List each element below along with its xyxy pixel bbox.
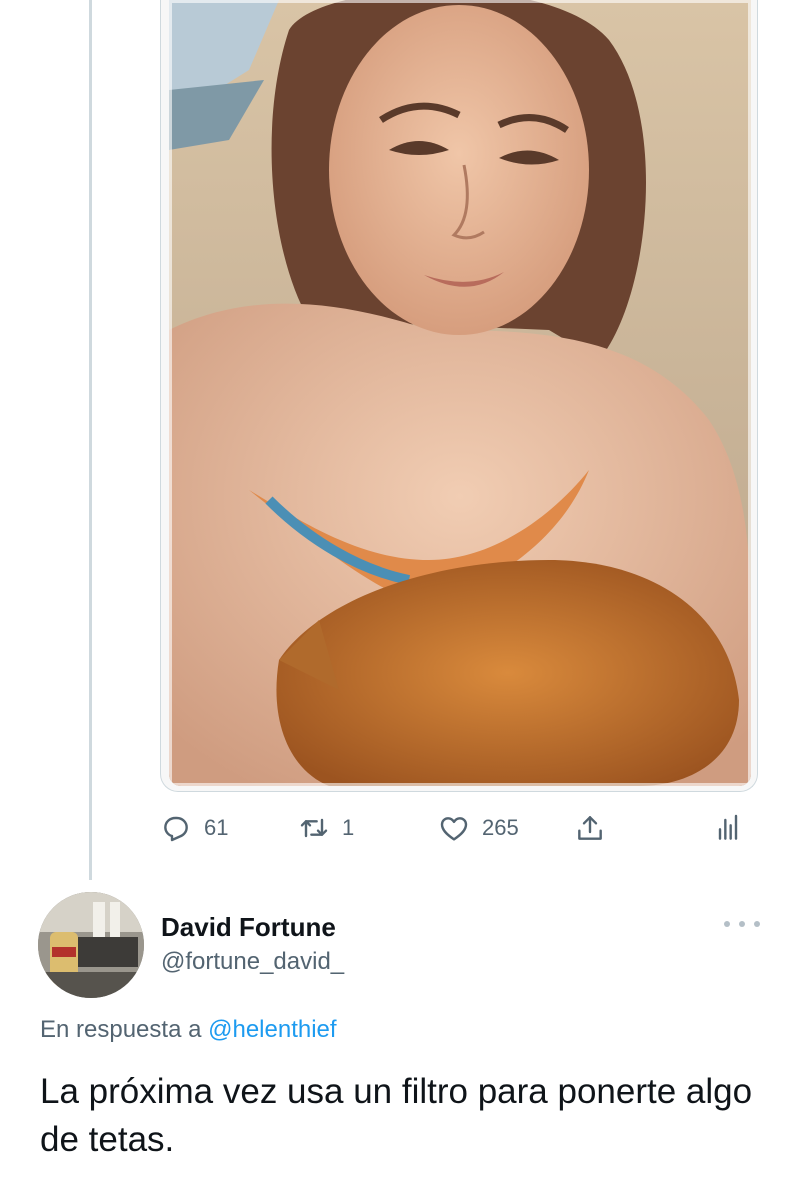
tweet-text: La próxima vez usa un filtro para ponert… [40, 1072, 753, 1159]
display-name[interactable]: David Fortune [161, 912, 336, 943]
more-dot [739, 921, 745, 927]
more-icon[interactable] [724, 912, 760, 936]
user-handle[interactable]: @fortune_david_ [161, 948, 344, 976]
reply-button[interactable]: 61 [160, 808, 228, 848]
reply-icon [164, 816, 188, 842]
more-dot [724, 921, 730, 927]
share-button[interactable] [574, 808, 606, 848]
in-reply-to: En respuesta a @helenthief [40, 1016, 337, 1044]
avatar[interactable] [38, 892, 144, 998]
retweet-button[interactable]: 1 [298, 808, 354, 848]
heart-icon [440, 817, 468, 841]
analytics-icon [718, 814, 738, 840]
in-reply-to-prefix: En respuesta a [40, 1016, 202, 1043]
thread-connector-line [89, 0, 92, 880]
retweet-icon [300, 818, 328, 838]
mention-link[interactable]: @helenthief [208, 1016, 336, 1043]
share-icon [578, 816, 602, 840]
analytics-button[interactable] [712, 808, 744, 848]
tweet-photo[interactable] [169, 0, 751, 786]
tweet-action-bar: 61 1 265 [0, 808, 797, 848]
like-button[interactable]: 265 [438, 808, 519, 848]
tweet-media[interactable] [160, 0, 758, 792]
like-count: 265 [482, 815, 519, 840]
retweet-count: 1 [342, 815, 355, 840]
more-dot [754, 921, 760, 927]
reply-count: 61 [204, 815, 229, 840]
